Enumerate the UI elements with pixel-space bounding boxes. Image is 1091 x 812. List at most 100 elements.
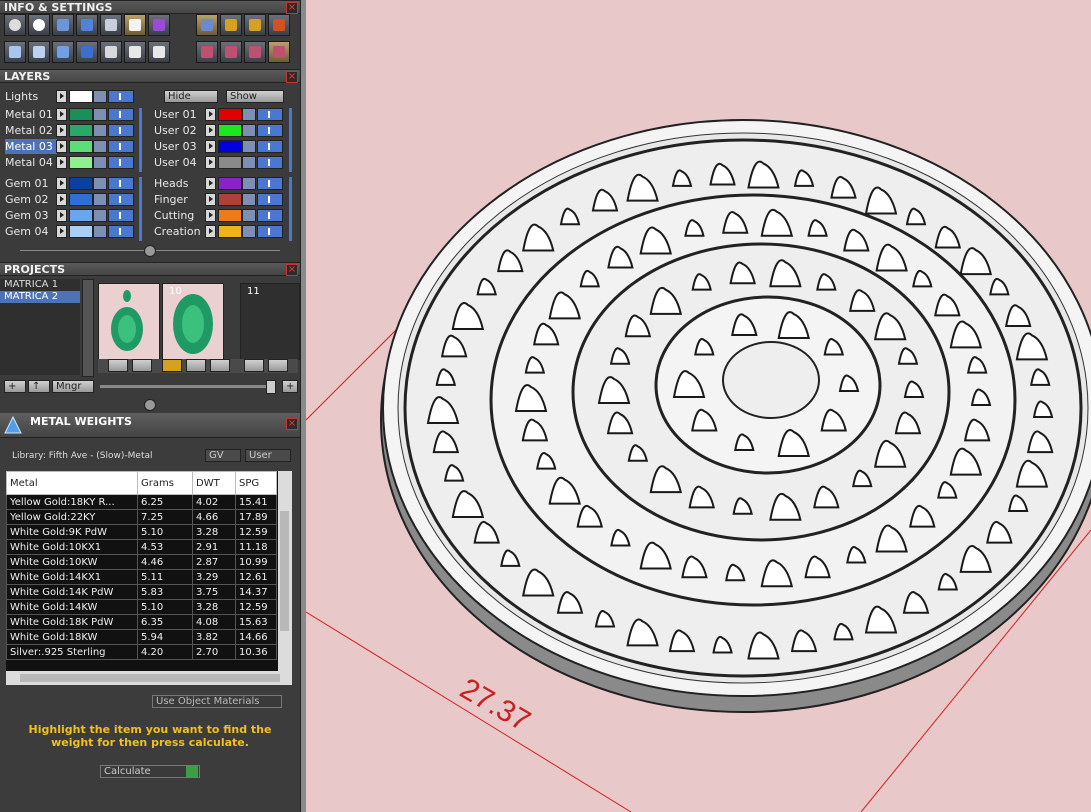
visibility-toggle[interactable] bbox=[257, 225, 283, 238]
rotate-icon[interactable] bbox=[244, 41, 266, 63]
lock-icon[interactable] bbox=[242, 124, 256, 137]
expand-arrow-icon[interactable] bbox=[56, 225, 67, 238]
layer-color-swatch[interactable] bbox=[69, 193, 93, 206]
collapse-handle-icon[interactable] bbox=[144, 245, 156, 257]
gv-toggle[interactable]: GV bbox=[205, 449, 241, 462]
layer-name[interactable]: Cutting bbox=[154, 208, 206, 223]
layer-name[interactable]: User 01 bbox=[154, 107, 206, 122]
layer-name[interactable]: Metal 01 bbox=[5, 107, 57, 122]
expand-arrow-icon[interactable] bbox=[56, 108, 67, 121]
delete-icon[interactable] bbox=[268, 14, 290, 36]
measure-icon[interactable] bbox=[124, 41, 146, 63]
project-slot-empty[interactable]: 11 bbox=[240, 283, 300, 360]
layers-icon[interactable] bbox=[52, 14, 74, 36]
settings-icon[interactable] bbox=[4, 14, 26, 36]
objects-icon[interactable] bbox=[76, 14, 98, 36]
hide-button[interactable]: Hide bbox=[164, 90, 218, 103]
expand-arrow-icon[interactable] bbox=[56, 177, 67, 190]
expand-arrow-icon[interactable] bbox=[205, 209, 216, 222]
layer-color-swatch[interactable] bbox=[69, 140, 93, 153]
zoom-in-button[interactable]: + bbox=[282, 380, 298, 393]
table-row[interactable]: White Gold:18K PdW 6.35 4.08 15.63 bbox=[6, 614, 277, 630]
expand-arrow-icon[interactable] bbox=[56, 193, 67, 206]
table-horizontal-scrollbar[interactable] bbox=[6, 671, 292, 685]
visibility-toggle[interactable] bbox=[108, 124, 134, 137]
layer-name[interactable]: Heads bbox=[154, 176, 206, 191]
column-header-metal[interactable]: Metal bbox=[6, 471, 138, 495]
expand-arrow-icon[interactable] bbox=[56, 140, 67, 153]
layer-color-swatch[interactable] bbox=[218, 124, 242, 137]
expand-arrow-icon[interactable] bbox=[205, 124, 216, 137]
visibility-toggle[interactable] bbox=[108, 90, 134, 103]
align-icon[interactable] bbox=[244, 14, 266, 36]
visibility-toggle[interactable] bbox=[108, 225, 134, 238]
layer-color-swatch[interactable] bbox=[218, 108, 242, 121]
layer-name[interactable]: User 02 bbox=[154, 123, 206, 138]
snap-icon[interactable] bbox=[220, 14, 242, 36]
table-row[interactable]: White Gold:10KX1 4.53 2.91 11.18 bbox=[6, 539, 277, 555]
layer-name[interactable]: User 03 bbox=[154, 139, 206, 154]
scrollbar-thumb[interactable] bbox=[280, 511, 289, 631]
column-header-grams[interactable]: Grams bbox=[137, 471, 193, 495]
layer-name[interactable]: Gem 04 bbox=[5, 224, 57, 239]
list-icon[interactable] bbox=[148, 41, 170, 63]
visibility-toggle[interactable] bbox=[257, 193, 283, 206]
table-row[interactable]: White Gold:14KW 5.10 3.28 12.59 bbox=[6, 599, 277, 615]
use-object-materials-checkbox[interactable]: Use Object Materials bbox=[152, 695, 282, 708]
transform-icon[interactable] bbox=[196, 41, 218, 63]
remove-icon[interactable] bbox=[210, 359, 230, 372]
book-icon[interactable] bbox=[76, 41, 98, 63]
collapse-handle-icon[interactable] bbox=[144, 399, 156, 411]
gem-icon[interactable] bbox=[148, 14, 170, 36]
lock-icon[interactable] bbox=[93, 90, 107, 103]
close-icon[interactable]: × bbox=[286, 2, 298, 14]
search-icon[interactable] bbox=[28, 14, 50, 36]
layer-color-swatch[interactable] bbox=[69, 209, 93, 222]
lock-icon[interactable] bbox=[242, 140, 256, 153]
expand-arrow-icon[interactable] bbox=[205, 225, 216, 238]
table-row[interactable]: White Gold:14KX1 5.11 3.29 12.61 bbox=[6, 569, 277, 585]
load-icon[interactable] bbox=[162, 359, 182, 372]
layer-name[interactable]: User 04 bbox=[154, 155, 206, 170]
lock-icon[interactable] bbox=[93, 225, 107, 238]
user-toggle[interactable]: User bbox=[245, 449, 291, 462]
visibility-toggle[interactable] bbox=[257, 124, 283, 137]
lock-icon[interactable] bbox=[242, 108, 256, 121]
monitor-icon[interactable] bbox=[28, 41, 50, 63]
cube-icon[interactable] bbox=[52, 41, 74, 63]
scrollbar-thumb[interactable] bbox=[20, 674, 280, 682]
table-row[interactable]: Silver:.925 Sterling 4.20 2.70 10.36 bbox=[6, 644, 277, 660]
expand-arrow-icon[interactable] bbox=[56, 156, 67, 169]
projects-scrollbar[interactable] bbox=[82, 279, 94, 377]
layer-color-swatch[interactable] bbox=[218, 156, 242, 169]
save-icon[interactable] bbox=[186, 359, 206, 372]
lock-icon[interactable] bbox=[242, 177, 256, 190]
expand-arrow-icon[interactable] bbox=[56, 124, 67, 137]
scale-icon[interactable] bbox=[220, 41, 242, 63]
lock-icon[interactable] bbox=[93, 193, 107, 206]
layer-color-swatch[interactable] bbox=[69, 124, 93, 137]
close-icon[interactable]: × bbox=[286, 264, 298, 276]
lock-icon[interactable] bbox=[93, 177, 107, 190]
table-row[interactable]: White Gold:9K PdW 5.10 3.28 12.59 bbox=[6, 524, 277, 540]
expand-arrow-icon[interactable] bbox=[56, 209, 67, 222]
table-row[interactable]: Yellow Gold:22KY 7.25 4.66 17.89 bbox=[6, 509, 277, 525]
visibility-toggle[interactable] bbox=[108, 177, 134, 190]
table-row[interactable]: White Gold:10KW 4.46 2.87 10.99 bbox=[6, 554, 277, 570]
layer-color-swatch[interactable] bbox=[218, 225, 242, 238]
column-header-spg[interactable]: SPG bbox=[235, 471, 277, 495]
layer-name[interactable]: Gem 02 bbox=[5, 192, 57, 207]
show-button[interactable]: Show bbox=[226, 90, 284, 103]
layer-color-swatch[interactable] bbox=[218, 209, 242, 222]
up-arrow-button[interactable]: ↑ bbox=[28, 380, 50, 393]
table-row[interactable]: Yellow Gold:18KY R... 6.25 4.02 15.41 bbox=[6, 494, 277, 510]
layer-name[interactable]: Metal 03 bbox=[5, 139, 57, 154]
3d-viewport[interactable]: 27.37 bbox=[306, 0, 1091, 812]
layer-color-swatch[interactable] bbox=[69, 177, 93, 190]
calculate-button[interactable]: Calculate bbox=[100, 765, 200, 778]
layer-color-swatch[interactable] bbox=[69, 108, 93, 121]
layer-name[interactable]: Metal 02 bbox=[5, 123, 57, 138]
lock-icon[interactable] bbox=[93, 108, 107, 121]
save-icon[interactable] bbox=[268, 359, 288, 372]
visibility-toggle[interactable] bbox=[108, 209, 134, 222]
